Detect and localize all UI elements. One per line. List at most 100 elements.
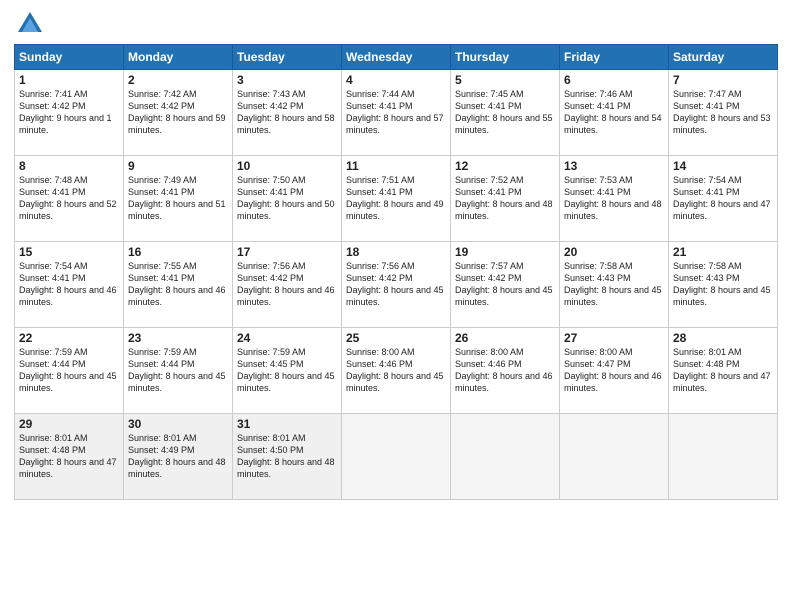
- calendar-cell: 26Sunrise: 8:00 AM Sunset: 4:46 PM Dayli…: [451, 328, 560, 414]
- calendar-cell: 31Sunrise: 8:01 AM Sunset: 4:50 PM Dayli…: [233, 414, 342, 500]
- cell-content: Sunrise: 7:51 AM Sunset: 4:41 PM Dayligh…: [346, 174, 446, 223]
- day-number: 2: [128, 73, 228, 87]
- cell-content: Sunrise: 7:54 AM Sunset: 4:41 PM Dayligh…: [19, 260, 119, 309]
- day-number: 31: [237, 417, 337, 431]
- calendar-cell: 13Sunrise: 7:53 AM Sunset: 4:41 PM Dayli…: [560, 156, 669, 242]
- day-number: 25: [346, 331, 446, 345]
- calendar-cell: 12Sunrise: 7:52 AM Sunset: 4:41 PM Dayli…: [451, 156, 560, 242]
- day-number: 10: [237, 159, 337, 173]
- day-number: 27: [564, 331, 664, 345]
- calendar-cell: 18Sunrise: 7:56 AM Sunset: 4:42 PM Dayli…: [342, 242, 451, 328]
- calendar-week-row: 29Sunrise: 8:01 AM Sunset: 4:48 PM Dayli…: [15, 414, 778, 500]
- day-number: 23: [128, 331, 228, 345]
- calendar-header-monday: Monday: [124, 45, 233, 70]
- cell-content: Sunrise: 8:00 AM Sunset: 4:46 PM Dayligh…: [346, 346, 446, 395]
- calendar-cell: 27Sunrise: 8:00 AM Sunset: 4:47 PM Dayli…: [560, 328, 669, 414]
- day-number: 3: [237, 73, 337, 87]
- day-number: 16: [128, 245, 228, 259]
- cell-content: Sunrise: 8:01 AM Sunset: 4:50 PM Dayligh…: [237, 432, 337, 481]
- calendar-cell: 11Sunrise: 7:51 AM Sunset: 4:41 PM Dayli…: [342, 156, 451, 242]
- day-number: 28: [673, 331, 773, 345]
- day-number: 4: [346, 73, 446, 87]
- cell-content: Sunrise: 7:50 AM Sunset: 4:41 PM Dayligh…: [237, 174, 337, 223]
- cell-content: Sunrise: 8:00 AM Sunset: 4:47 PM Dayligh…: [564, 346, 664, 395]
- cell-content: Sunrise: 7:59 AM Sunset: 4:45 PM Dayligh…: [237, 346, 337, 395]
- cell-content: Sunrise: 8:01 AM Sunset: 4:49 PM Dayligh…: [128, 432, 228, 481]
- calendar-cell: 29Sunrise: 8:01 AM Sunset: 4:48 PM Dayli…: [15, 414, 124, 500]
- day-number: 13: [564, 159, 664, 173]
- calendar-cell: 15Sunrise: 7:54 AM Sunset: 4:41 PM Dayli…: [15, 242, 124, 328]
- cell-content: Sunrise: 7:57 AM Sunset: 4:42 PM Dayligh…: [455, 260, 555, 309]
- calendar-cell: 9Sunrise: 7:49 AM Sunset: 4:41 PM Daylig…: [124, 156, 233, 242]
- day-number: 11: [346, 159, 446, 173]
- calendar-week-row: 8Sunrise: 7:48 AM Sunset: 4:41 PM Daylig…: [15, 156, 778, 242]
- calendar-cell: 19Sunrise: 7:57 AM Sunset: 4:42 PM Dayli…: [451, 242, 560, 328]
- calendar-cell: 24Sunrise: 7:59 AM Sunset: 4:45 PM Dayli…: [233, 328, 342, 414]
- day-number: 21: [673, 245, 773, 259]
- calendar-cell: 4Sunrise: 7:44 AM Sunset: 4:41 PM Daylig…: [342, 70, 451, 156]
- cell-content: Sunrise: 7:43 AM Sunset: 4:42 PM Dayligh…: [237, 88, 337, 137]
- cell-content: Sunrise: 8:00 AM Sunset: 4:46 PM Dayligh…: [455, 346, 555, 395]
- calendar-cell: 1Sunrise: 7:41 AM Sunset: 4:42 PM Daylig…: [15, 70, 124, 156]
- day-number: 7: [673, 73, 773, 87]
- day-number: 9: [128, 159, 228, 173]
- cell-content: Sunrise: 7:56 AM Sunset: 4:42 PM Dayligh…: [346, 260, 446, 309]
- calendar-header-friday: Friday: [560, 45, 669, 70]
- calendar-week-row: 15Sunrise: 7:54 AM Sunset: 4:41 PM Dayli…: [15, 242, 778, 328]
- calendar-cell: 25Sunrise: 8:00 AM Sunset: 4:46 PM Dayli…: [342, 328, 451, 414]
- calendar-cell: [451, 414, 560, 500]
- calendar: SundayMondayTuesdayWednesdayThursdayFrid…: [14, 44, 778, 500]
- calendar-cell: [669, 414, 778, 500]
- day-number: 14: [673, 159, 773, 173]
- day-number: 24: [237, 331, 337, 345]
- calendar-cell: 14Sunrise: 7:54 AM Sunset: 4:41 PM Dayli…: [669, 156, 778, 242]
- calendar-header-saturday: Saturday: [669, 45, 778, 70]
- logo-icon: [16, 10, 44, 38]
- day-number: 15: [19, 245, 119, 259]
- day-number: 17: [237, 245, 337, 259]
- day-number: 26: [455, 331, 555, 345]
- calendar-cell: 2Sunrise: 7:42 AM Sunset: 4:42 PM Daylig…: [124, 70, 233, 156]
- cell-content: Sunrise: 7:55 AM Sunset: 4:41 PM Dayligh…: [128, 260, 228, 309]
- calendar-header-row: SundayMondayTuesdayWednesdayThursdayFrid…: [15, 45, 778, 70]
- header: [14, 10, 778, 38]
- cell-content: Sunrise: 7:47 AM Sunset: 4:41 PM Dayligh…: [673, 88, 773, 137]
- calendar-cell: [342, 414, 451, 500]
- logo: [14, 10, 44, 38]
- cell-content: Sunrise: 7:58 AM Sunset: 4:43 PM Dayligh…: [673, 260, 773, 309]
- cell-content: Sunrise: 7:42 AM Sunset: 4:42 PM Dayligh…: [128, 88, 228, 137]
- calendar-header-sunday: Sunday: [15, 45, 124, 70]
- day-number: 12: [455, 159, 555, 173]
- cell-content: Sunrise: 7:45 AM Sunset: 4:41 PM Dayligh…: [455, 88, 555, 137]
- day-number: 20: [564, 245, 664, 259]
- calendar-cell: 28Sunrise: 8:01 AM Sunset: 4:48 PM Dayli…: [669, 328, 778, 414]
- day-number: 18: [346, 245, 446, 259]
- cell-content: Sunrise: 8:01 AM Sunset: 4:48 PM Dayligh…: [19, 432, 119, 481]
- calendar-cell: 22Sunrise: 7:59 AM Sunset: 4:44 PM Dayli…: [15, 328, 124, 414]
- calendar-cell: 3Sunrise: 7:43 AM Sunset: 4:42 PM Daylig…: [233, 70, 342, 156]
- cell-content: Sunrise: 7:59 AM Sunset: 4:44 PM Dayligh…: [19, 346, 119, 395]
- cell-content: Sunrise: 7:48 AM Sunset: 4:41 PM Dayligh…: [19, 174, 119, 223]
- day-number: 22: [19, 331, 119, 345]
- day-number: 5: [455, 73, 555, 87]
- cell-content: Sunrise: 7:49 AM Sunset: 4:41 PM Dayligh…: [128, 174, 228, 223]
- logo-area: [14, 10, 44, 38]
- cell-content: Sunrise: 7:41 AM Sunset: 4:42 PM Dayligh…: [19, 88, 119, 137]
- calendar-cell: 10Sunrise: 7:50 AM Sunset: 4:41 PM Dayli…: [233, 156, 342, 242]
- calendar-week-row: 1Sunrise: 7:41 AM Sunset: 4:42 PM Daylig…: [15, 70, 778, 156]
- calendar-header-tuesday: Tuesday: [233, 45, 342, 70]
- cell-content: Sunrise: 7:44 AM Sunset: 4:41 PM Dayligh…: [346, 88, 446, 137]
- cell-content: Sunrise: 7:56 AM Sunset: 4:42 PM Dayligh…: [237, 260, 337, 309]
- cell-content: Sunrise: 7:53 AM Sunset: 4:41 PM Dayligh…: [564, 174, 664, 223]
- cell-content: Sunrise: 7:46 AM Sunset: 4:41 PM Dayligh…: [564, 88, 664, 137]
- day-number: 6: [564, 73, 664, 87]
- calendar-cell: 7Sunrise: 7:47 AM Sunset: 4:41 PM Daylig…: [669, 70, 778, 156]
- calendar-header-wednesday: Wednesday: [342, 45, 451, 70]
- calendar-cell: 21Sunrise: 7:58 AM Sunset: 4:43 PM Dayli…: [669, 242, 778, 328]
- calendar-cell: 23Sunrise: 7:59 AM Sunset: 4:44 PM Dayli…: [124, 328, 233, 414]
- day-number: 19: [455, 245, 555, 259]
- calendar-cell: 6Sunrise: 7:46 AM Sunset: 4:41 PM Daylig…: [560, 70, 669, 156]
- calendar-cell: 8Sunrise: 7:48 AM Sunset: 4:41 PM Daylig…: [15, 156, 124, 242]
- calendar-header-thursday: Thursday: [451, 45, 560, 70]
- cell-content: Sunrise: 7:58 AM Sunset: 4:43 PM Dayligh…: [564, 260, 664, 309]
